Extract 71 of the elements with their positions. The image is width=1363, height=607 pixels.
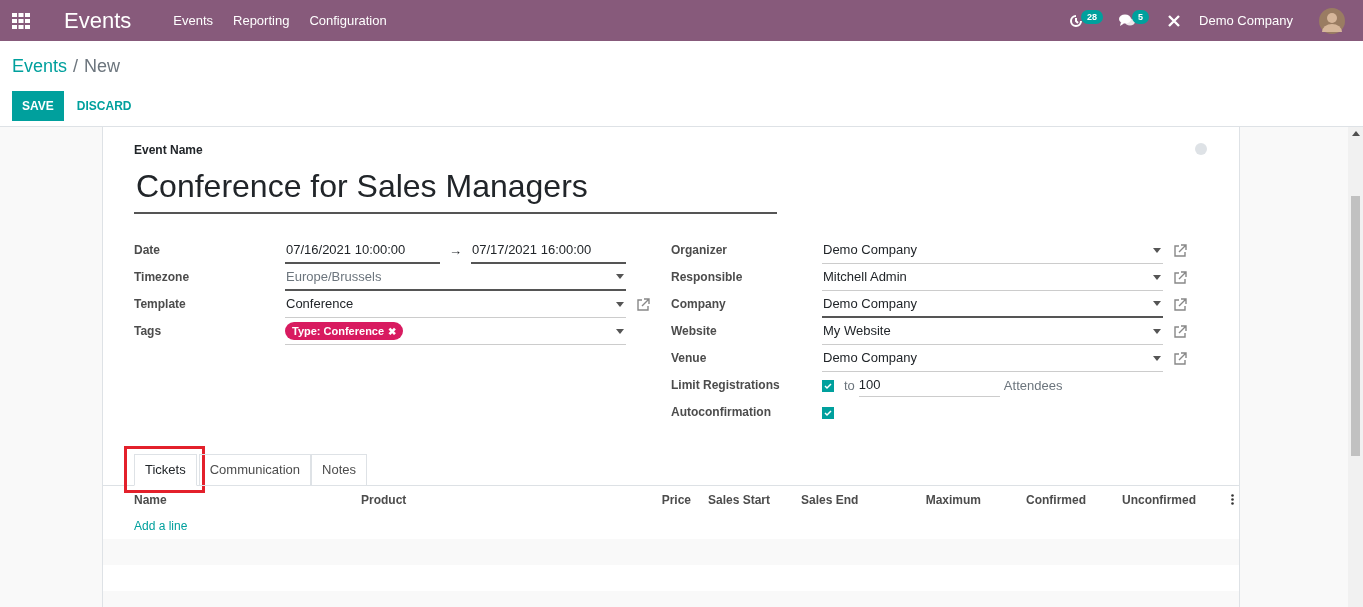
apps-menu-icon[interactable] [12,12,30,29]
external-link-icon[interactable] [1173,324,1187,339]
column-header[interactable]: Unconfirmed [1086,490,1196,509]
column-header[interactable]: Confirmed [981,490,1086,509]
select-field[interactable]: Demo Company [822,345,1163,372]
field-label: Event Name [134,142,203,159]
user-avatar-icon[interactable] [1319,7,1345,34]
select-field[interactable]: Demo Company [822,237,1163,264]
tab[interactable]: Notes [311,454,367,486]
app-title: Events [64,7,132,35]
field-label: Autoconfirmation [671,404,772,421]
remove-tag-button[interactable]: ✖ [388,323,397,339]
column-header[interactable]: Price [601,490,691,509]
event-name-field[interactable]: Conference for Sales Managers [134,162,777,214]
caret-icon [1153,355,1161,361]
column-options-icon[interactable] [1231,494,1234,505]
tags-field[interactable]: Type: Conference ✖ [285,318,626,345]
select-field[interactable]: My Website [822,318,1163,345]
message-count: 5 [1132,9,1150,24]
scrollbar[interactable] [1348,127,1363,607]
select-field[interactable]: Mitchell Admin [822,264,1163,291]
field-label: Tags [134,323,163,340]
field-label: Organizer [671,242,728,259]
menu-item[interactable]: Configuration [309,10,387,31]
breadcrumb-current: New [84,55,121,78]
tab[interactable]: Tickets [134,454,197,486]
unit-text: Attendees [1003,376,1063,395]
select-field[interactable]: Europe/Brussels [285,264,626,291]
menu-item[interactable]: Reporting [233,10,290,31]
menu-item[interactable]: Events [173,10,213,31]
caret-icon [616,301,624,307]
field-label: Venue [671,350,708,367]
external-link-icon[interactable] [1173,243,1187,258]
caret-icon [1153,301,1161,306]
field-label: Website [671,323,718,340]
column-header[interactable]: Sales Start [691,490,801,509]
date-field[interactable]: 07/17/2021 16:00:00 [471,237,626,264]
field-label: Date [134,242,161,259]
activity-count: 28 [1081,9,1104,24]
column-header[interactable]: Maximum [891,490,981,509]
limit-field[interactable]: 100 [858,374,1000,397]
company-switcher[interactable]: Demo Company [1199,10,1293,31]
column-header[interactable]: Sales End [801,490,891,509]
select-field[interactable]: Conference [285,291,626,318]
to-text: to [844,376,855,395]
field-label: Timezone [134,269,191,286]
checkbox[interactable] [822,406,834,419]
external-link-icon[interactable] [1173,351,1187,366]
caret-icon [1153,247,1161,253]
select-field[interactable]: Demo Company [822,291,1163,318]
field-label: Limit Registrations [671,377,781,394]
arrow-text: → [448,241,463,260]
field-label: Template [134,296,187,313]
checkbox[interactable] [822,379,834,392]
tools-icon[interactable] [1167,13,1182,28]
column-header[interactable]: Name [134,490,361,509]
external-link-icon[interactable] [1173,297,1187,312]
tab[interactable]: Communication [198,454,312,486]
caret-icon [616,328,624,334]
caret-icon [616,274,624,279]
external-link-icon[interactable] [636,297,650,312]
breadcrumb-separator: / [73,55,79,78]
external-link-icon[interactable] [1173,270,1187,285]
clock-icon[interactable] [1069,13,1084,28]
date-field[interactable]: 07/16/2021 10:00:00 [285,237,440,264]
tag-badge: Type: Conference ✖ [285,322,404,340]
column-header[interactable]: Product [361,490,601,509]
field-label: Company [671,296,727,313]
caret-icon [1153,274,1161,280]
field-label: Responsible [671,269,744,286]
caret-icon [1153,328,1161,334]
